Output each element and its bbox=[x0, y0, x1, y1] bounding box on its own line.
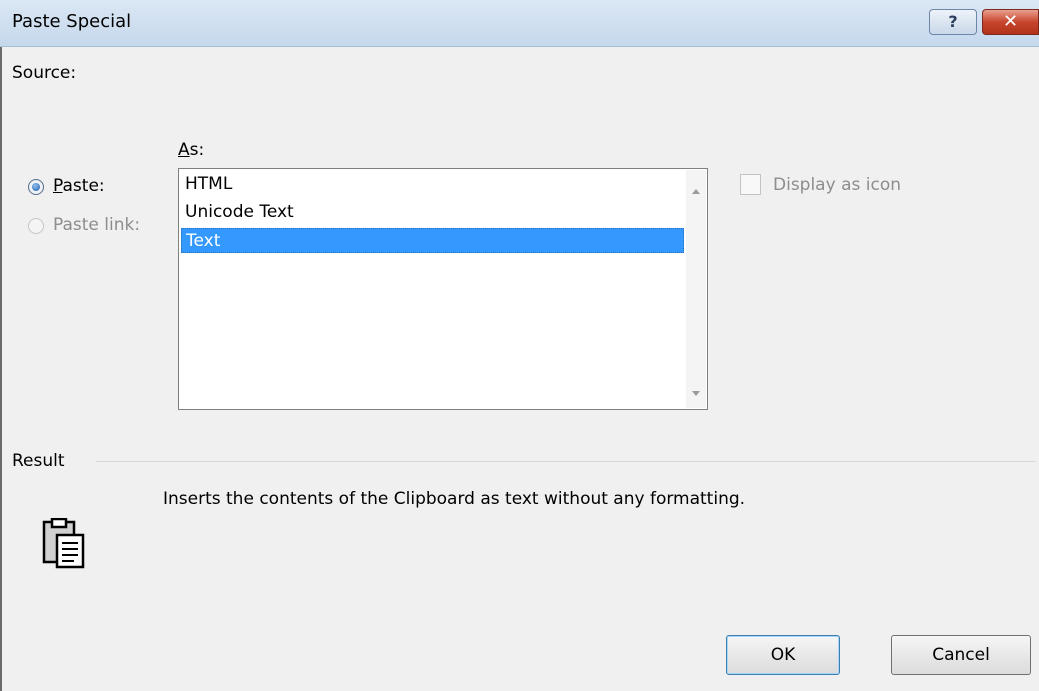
close-icon: ✕ bbox=[1002, 11, 1019, 32]
list-scrollbar[interactable] bbox=[686, 170, 706, 408]
result-description: Inserts the contents of the Clipboard as… bbox=[163, 489, 746, 509]
display-as-icon-checkbox[interactable] bbox=[740, 174, 761, 195]
paste-label[interactable]: Paste: bbox=[53, 176, 105, 196]
title-bar: Paste Special ? ✕ bbox=[0, 0, 1039, 47]
help-button[interactable]: ? bbox=[929, 9, 977, 35]
paste-link-radio[interactable] bbox=[28, 218, 44, 234]
cancel-button[interactable]: Cancel bbox=[891, 635, 1031, 675]
paste-label-mnemonic: P bbox=[53, 176, 63, 196]
paste-link-label[interactable]: Paste link: bbox=[53, 215, 140, 235]
source-label: Source: bbox=[12, 63, 77, 83]
dialog-title: Paste Special bbox=[12, 11, 132, 32]
list-item-html[interactable]: HTML bbox=[181, 172, 684, 197]
clipboard-paste-icon bbox=[42, 518, 85, 569]
as-label: As: bbox=[178, 140, 204, 160]
display-as-icon-label[interactable]: Display as icon bbox=[773, 175, 901, 195]
as-format-list[interactable]: HTML Unicode Text Text bbox=[178, 168, 708, 410]
result-label: Result bbox=[12, 451, 65, 471]
scroll-up-icon[interactable] bbox=[692, 189, 700, 194]
ok-button[interactable]: OK bbox=[726, 635, 840, 675]
as-label-rest: s: bbox=[189, 140, 205, 160]
as-label-mnemonic: A bbox=[178, 140, 190, 160]
result-divider bbox=[96, 461, 1036, 462]
paste-radio[interactable] bbox=[28, 179, 44, 195]
scroll-down-icon[interactable] bbox=[692, 391, 700, 396]
close-button[interactable]: ✕ bbox=[982, 9, 1039, 35]
paste-label-rest: aste: bbox=[62, 176, 105, 196]
list-item-text[interactable]: Text bbox=[181, 228, 684, 253]
window-border bbox=[0, 47, 2, 691]
help-icon: ? bbox=[948, 12, 958, 31]
list-item-unicode-text[interactable]: Unicode Text bbox=[181, 200, 684, 225]
